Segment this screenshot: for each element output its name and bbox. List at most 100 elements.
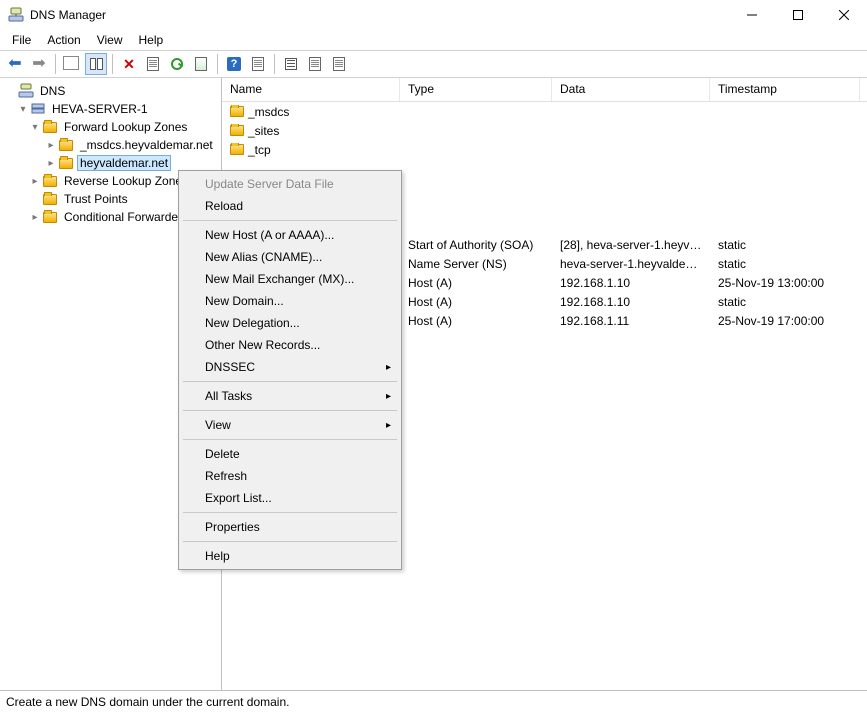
cell-name: _tcp [222,143,400,157]
ctx-label: View [205,418,231,432]
list-icon [333,57,345,71]
expander-icon[interactable]: ▾ [16,104,30,115]
up-button[interactable] [61,53,83,75]
ctx-separator [183,512,397,513]
title-bar: DNS Manager [0,0,867,30]
toolbar-button[interactable] [328,53,350,75]
ctx-separator [183,381,397,382]
ctx-separator [183,220,397,221]
expander-icon[interactable]: ▸ [44,158,58,169]
tree-label: Forward Lookup Zones [62,120,189,134]
ctx-new-host[interactable]: New Host (A or AAAA)... [181,224,399,246]
menu-bar: File Action View Help [0,30,867,50]
cell-timestamp: 25-Nov-19 13:00:00 [710,276,860,290]
menu-help[interactable]: Help [133,31,170,49]
help-button[interactable]: ? [223,53,245,75]
list-icon [285,58,297,70]
dns-icon [18,83,34,99]
column-name[interactable]: Name [222,78,400,101]
cell-type: Start of Authority (SOA) [400,238,552,252]
help-icon: ? [227,57,241,71]
cell-data: 192.168.1.10 [552,295,710,309]
menu-view[interactable]: View [91,31,129,49]
properties-button[interactable] [142,53,164,75]
back-button[interactable]: ⬅ [4,53,26,75]
ctx-update-server-data: Update Server Data File [181,173,399,195]
server-icon [30,101,46,117]
cell-name-text: _tcp [248,143,271,157]
close-button[interactable] [821,0,867,30]
window-title: DNS Manager [30,8,729,22]
folder-icon [58,155,74,171]
toolbar-button[interactable] [280,53,302,75]
properties-icon [147,57,159,71]
cell-name-text: _msdcs [248,105,289,119]
ctx-reload[interactable]: Reload [181,195,399,217]
delete-button[interactable]: ✕ [118,53,140,75]
ctx-label: All Tasks [205,389,252,403]
toolbar: ⬅ ➡ ✕ ? [0,50,867,78]
list-row[interactable]: _msdcs [222,102,867,121]
tree-node-dns[interactable]: DNS [0,82,221,100]
tree-label: _msdcs.heyvaldemar.net [78,138,215,152]
ctx-separator [183,541,397,542]
ctx-new-alias[interactable]: New Alias (CNAME)... [181,246,399,268]
chevron-right-icon: ▸ [386,420,391,431]
menu-action[interactable]: Action [41,31,86,49]
panes-icon [90,58,103,70]
list-row[interactable]: _tcp [222,140,867,159]
expander-icon[interactable]: ▾ [28,122,42,133]
ctx-other-records[interactable]: Other New Records... [181,334,399,356]
ctx-all-tasks[interactable]: All Tasks▸ [181,385,399,407]
toolbar-separator [55,54,56,74]
toolbar-separator [274,54,275,74]
tree-node-flz[interactable]: ▾ Forward Lookup Zones [0,118,221,136]
expander-icon[interactable]: ▸ [28,212,42,223]
ctx-help[interactable]: Help [181,545,399,567]
cell-data: 192.168.1.10 [552,276,710,290]
ctx-new-domain[interactable]: New Domain... [181,290,399,312]
tree-node-zone-msdcs[interactable]: ▸ _msdcs.heyvaldemar.net [0,136,221,154]
up-icon [65,58,79,70]
maximize-button[interactable] [775,0,821,30]
export-button[interactable] [190,53,212,75]
tree-label: heyvaldemar.net [78,156,170,170]
doc-icon [252,57,264,71]
ctx-properties[interactable]: Properties [181,516,399,538]
folder-icon [42,209,58,225]
ctx-delete[interactable]: Delete [181,443,399,465]
list-row[interactable]: _sites [222,121,867,140]
tree-node-server[interactable]: ▾ HEVA-SERVER-1 [0,100,221,118]
column-timestamp[interactable]: Timestamp [710,78,860,101]
chevron-right-icon: ▸ [386,362,391,373]
minimize-button[interactable] [729,0,775,30]
folder-icon [42,191,58,207]
refresh-button[interactable] [166,53,188,75]
column-data[interactable]: Data [552,78,710,101]
cell-name: _msdcs [222,105,400,119]
forward-button[interactable]: ➡ [28,53,50,75]
export-icon [195,57,207,71]
cell-type: Host (A) [400,314,552,328]
ctx-export[interactable]: Export List... [181,487,399,509]
window-controls [729,0,867,30]
ctx-dnssec[interactable]: DNSSEC▸ [181,356,399,378]
status-text: Create a new DNS domain under the curren… [6,695,289,709]
ctx-refresh[interactable]: Refresh [181,465,399,487]
expander-icon[interactable]: ▸ [28,176,42,187]
tree-label: DNS [38,84,67,98]
tree-label: Reverse Lookup Zones [62,174,190,188]
cell-type: Host (A) [400,276,552,290]
tree-label: Conditional Forwarders [62,210,190,224]
column-type[interactable]: Type [400,78,552,101]
ctx-new-mx[interactable]: New Mail Exchanger (MX)... [181,268,399,290]
expander-icon[interactable]: ▸ [44,140,58,151]
delete-icon: ✕ [123,56,135,73]
menu-file[interactable]: File [6,31,37,49]
show-hide-tree-button[interactable] [85,53,107,75]
toolbar-button[interactable] [304,53,326,75]
cell-name: _sites [222,124,400,138]
toolbar-button[interactable] [247,53,269,75]
ctx-new-delegation[interactable]: New Delegation... [181,312,399,334]
ctx-view[interactable]: View ▸ [181,414,399,436]
